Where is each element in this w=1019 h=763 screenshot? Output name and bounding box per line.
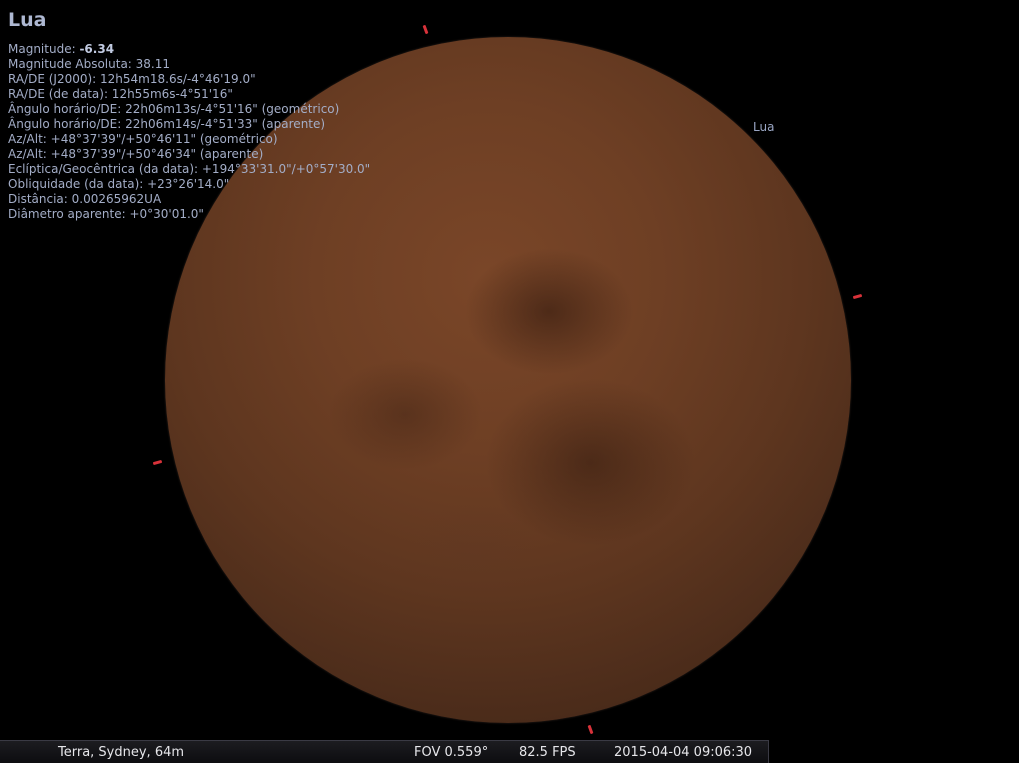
info-line: Diâmetro aparente: +0°30'01.0" — [8, 207, 204, 221]
datetime-readout[interactable]: 2015-04-04 09:06:30 — [614, 745, 752, 760]
info-line: Magnitude Absoluta: 38.11 — [8, 57, 171, 71]
info-line: Obliquidade (da data): +23°26'14.0" — [8, 177, 230, 191]
info-line: Ângulo horário/DE: 22h06m13s/-4°51'16" (… — [8, 102, 340, 116]
info-line: RA/DE (J2000): 12h54m18.6s/-4°46'19.0" — [8, 72, 256, 86]
selection-marker-top — [422, 24, 429, 35]
status-bar: Terra, Sydney, 64m FOV 0.559° 82.5 FPS 2… — [0, 740, 769, 763]
fps-readout: 82.5 FPS — [519, 745, 576, 760]
fov-readout: FOV 0.559° — [414, 745, 489, 760]
magnitude-line: Magnitude: -6.34 — [8, 42, 370, 57]
info-line: Az/Alt: +48°37'39"/+50°46'11" (geométric… — [8, 132, 278, 146]
selection-marker-left — [152, 459, 163, 466]
sky-view[interactable]: Lua Lua Magnitude: -6.34 Magnitude Absol… — [0, 0, 1019, 763]
magnitude-value: -6.34 — [79, 42, 115, 56]
info-line: Az/Alt: +48°37'39"/+50°46'34" (aparente) — [8, 147, 264, 161]
object-title: Lua — [8, 9, 47, 31]
object-label[interactable]: Lua — [753, 120, 774, 134]
info-line: Eclíptica/Geocêntrica (da data): +194°33… — [8, 162, 371, 176]
magnitude-label: Magnitude: — [8, 42, 76, 56]
info-line: Ângulo horário/DE: 22h06m14s/-4°51'33" (… — [8, 117, 326, 131]
object-info-panel: Lua Magnitude: -6.34 Magnitude Absoluta:… — [8, 8, 370, 222]
info-line: RA/DE (de data): 12h55m6s-4°51'16" — [8, 87, 233, 101]
selection-marker-right — [852, 293, 863, 300]
location-readout[interactable]: Terra, Sydney, 64m — [58, 745, 184, 760]
info-line: Distância: 0.00265962UA — [8, 192, 162, 206]
selection-marker-bottom — [587, 724, 594, 735]
